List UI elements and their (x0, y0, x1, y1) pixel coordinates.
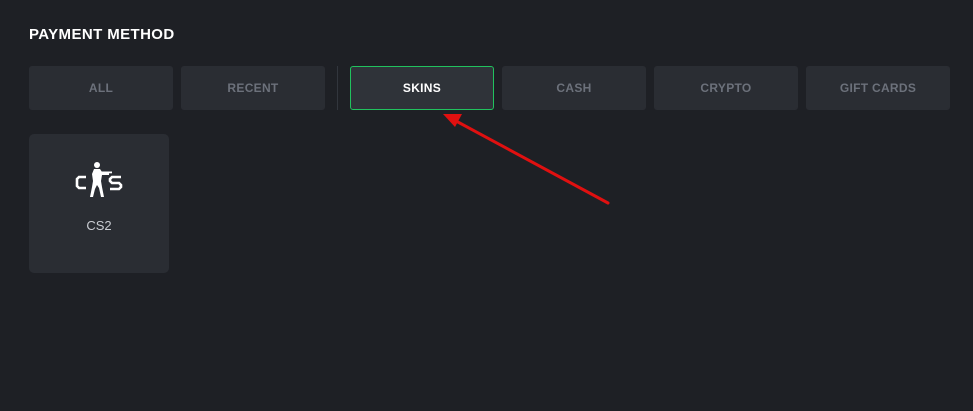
tab-all[interactable]: ALL (29, 66, 173, 110)
tab-skins[interactable]: SKINS (350, 66, 494, 110)
tab-cash[interactable]: CASH (502, 66, 646, 110)
tab-recent[interactable]: RECENT (181, 66, 325, 110)
payment-method-tabs: ALL RECENT SKINS CASH CRYPTO GIFT CARDS (29, 66, 950, 110)
tab-gift-cards[interactable]: GIFT CARDS (806, 66, 950, 110)
tab-divider (337, 66, 338, 110)
cs2-logo-icon (75, 162, 123, 197)
payment-method-card-cs2[interactable]: CS2 (29, 134, 169, 273)
tab-crypto[interactable]: CRYPTO (654, 66, 798, 110)
page-title: PAYMENT METHOD (29, 26, 175, 43)
payment-method-label: CS2 (86, 218, 112, 233)
